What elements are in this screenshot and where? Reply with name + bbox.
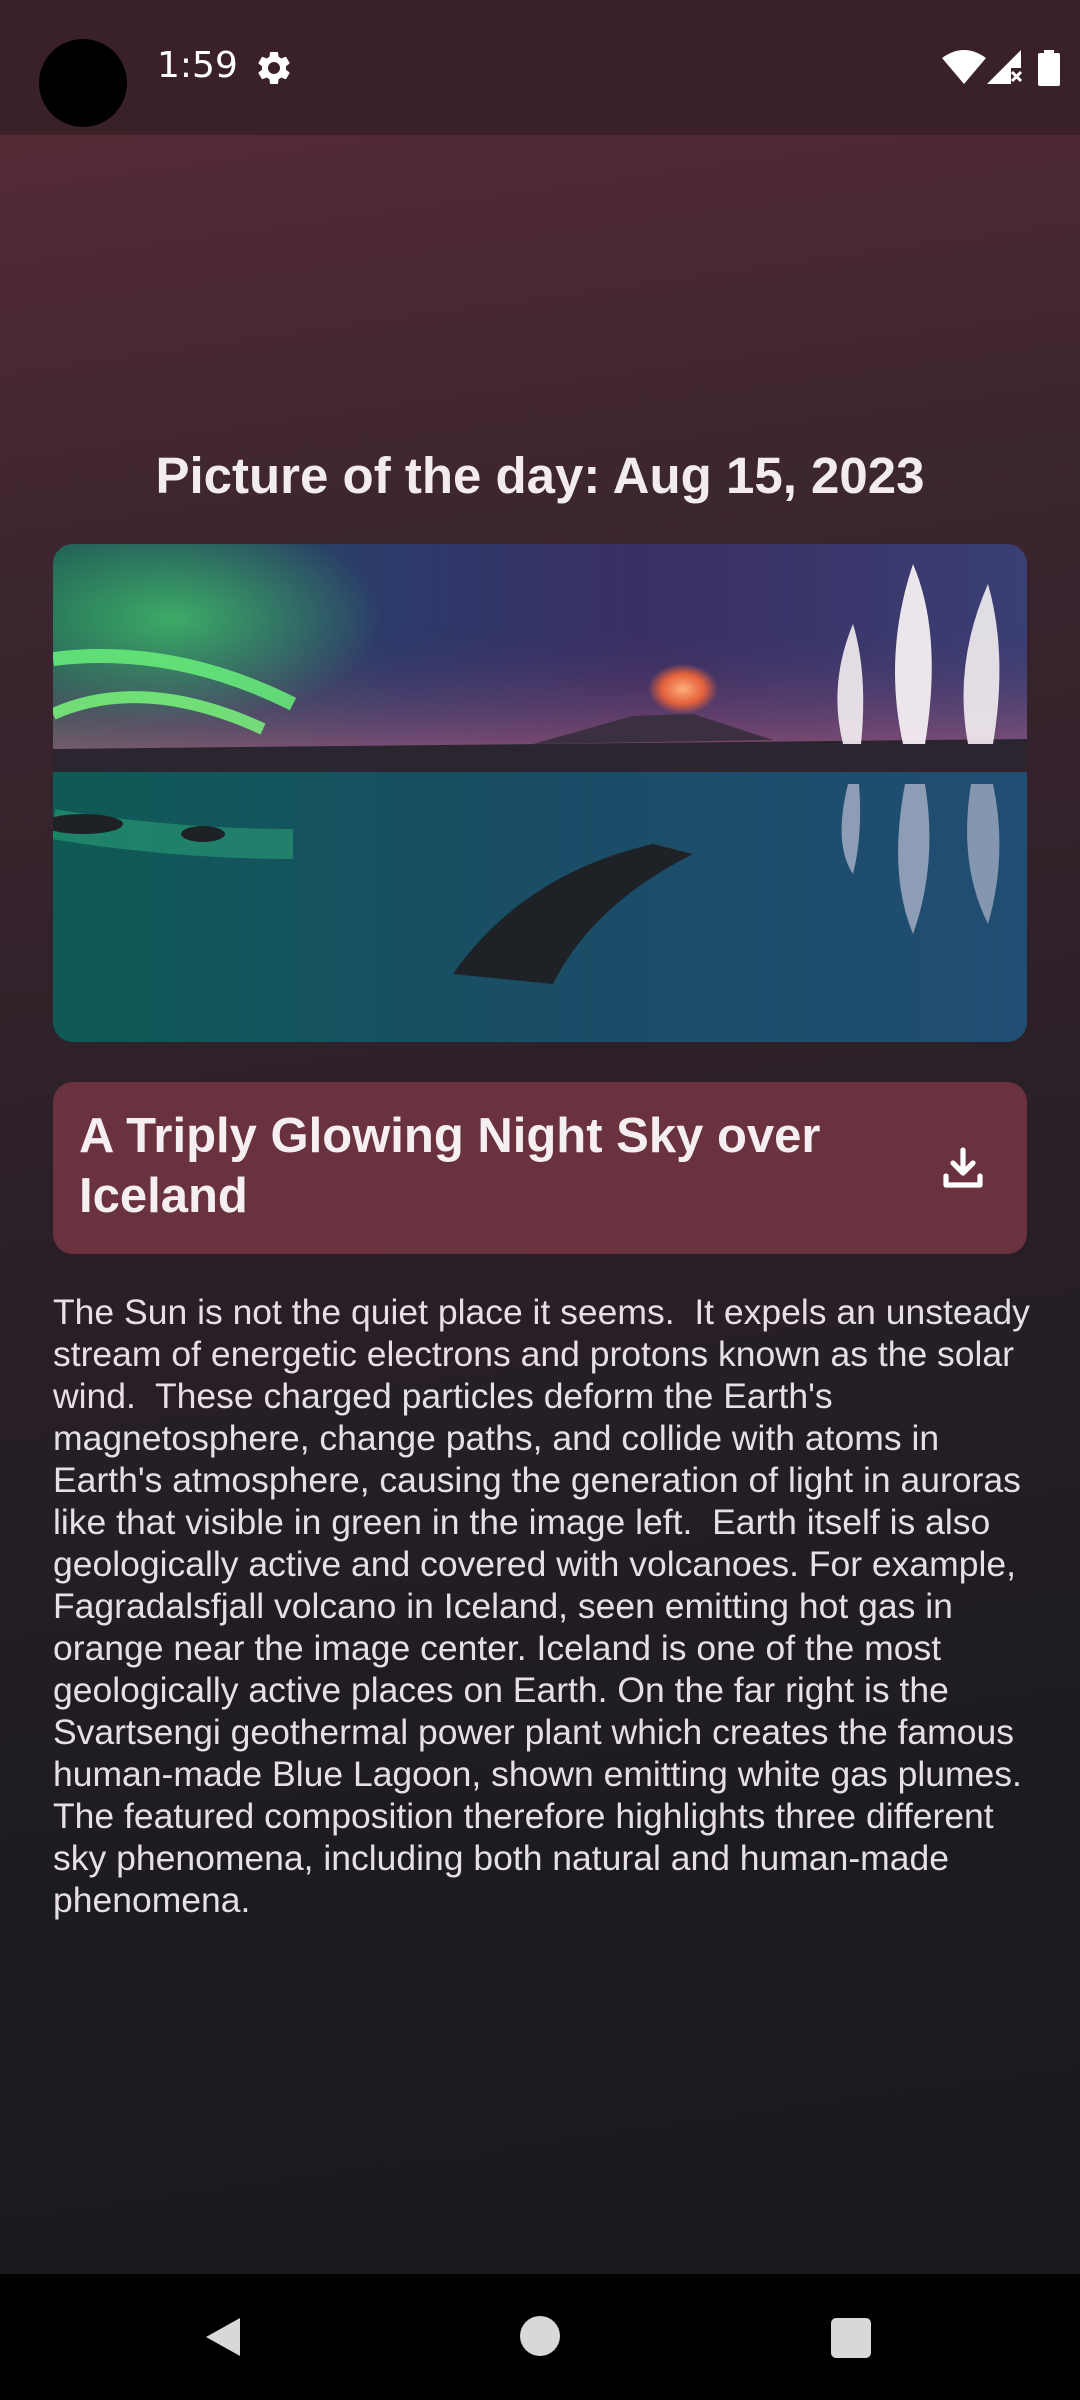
- navigation-bar: [0, 2274, 1080, 2400]
- apod-title-card: A Triply Glowing Night Sky over Iceland: [53, 1082, 1027, 1254]
- back-icon[interactable]: [200, 2314, 246, 2360]
- picture-of-the-day-image[interactable]: [53, 544, 1027, 1042]
- camera-cutout: [39, 39, 127, 127]
- battery-icon: [1038, 50, 1060, 86]
- signal-icon: [987, 50, 1023, 84]
- wifi-icon: [942, 50, 986, 84]
- apod-title: A Triply Glowing Night Sky over Iceland: [79, 1109, 821, 1223]
- recents-icon[interactable]: [831, 2318, 871, 2358]
- home-icon[interactable]: [520, 2316, 560, 2356]
- page-title: Picture of the day: Aug 15, 2023: [155, 447, 925, 504]
- apod-description: The Sun is not the quiet place it seems.…: [53, 1292, 1040, 1920]
- settings-icon: [258, 51, 290, 84]
- status-time: 1:59: [157, 45, 238, 86]
- download-button[interactable]: [933, 1138, 993, 1198]
- download-icon: [943, 1147, 983, 1188]
- status-bar: 1:59: [0, 0, 1080, 135]
